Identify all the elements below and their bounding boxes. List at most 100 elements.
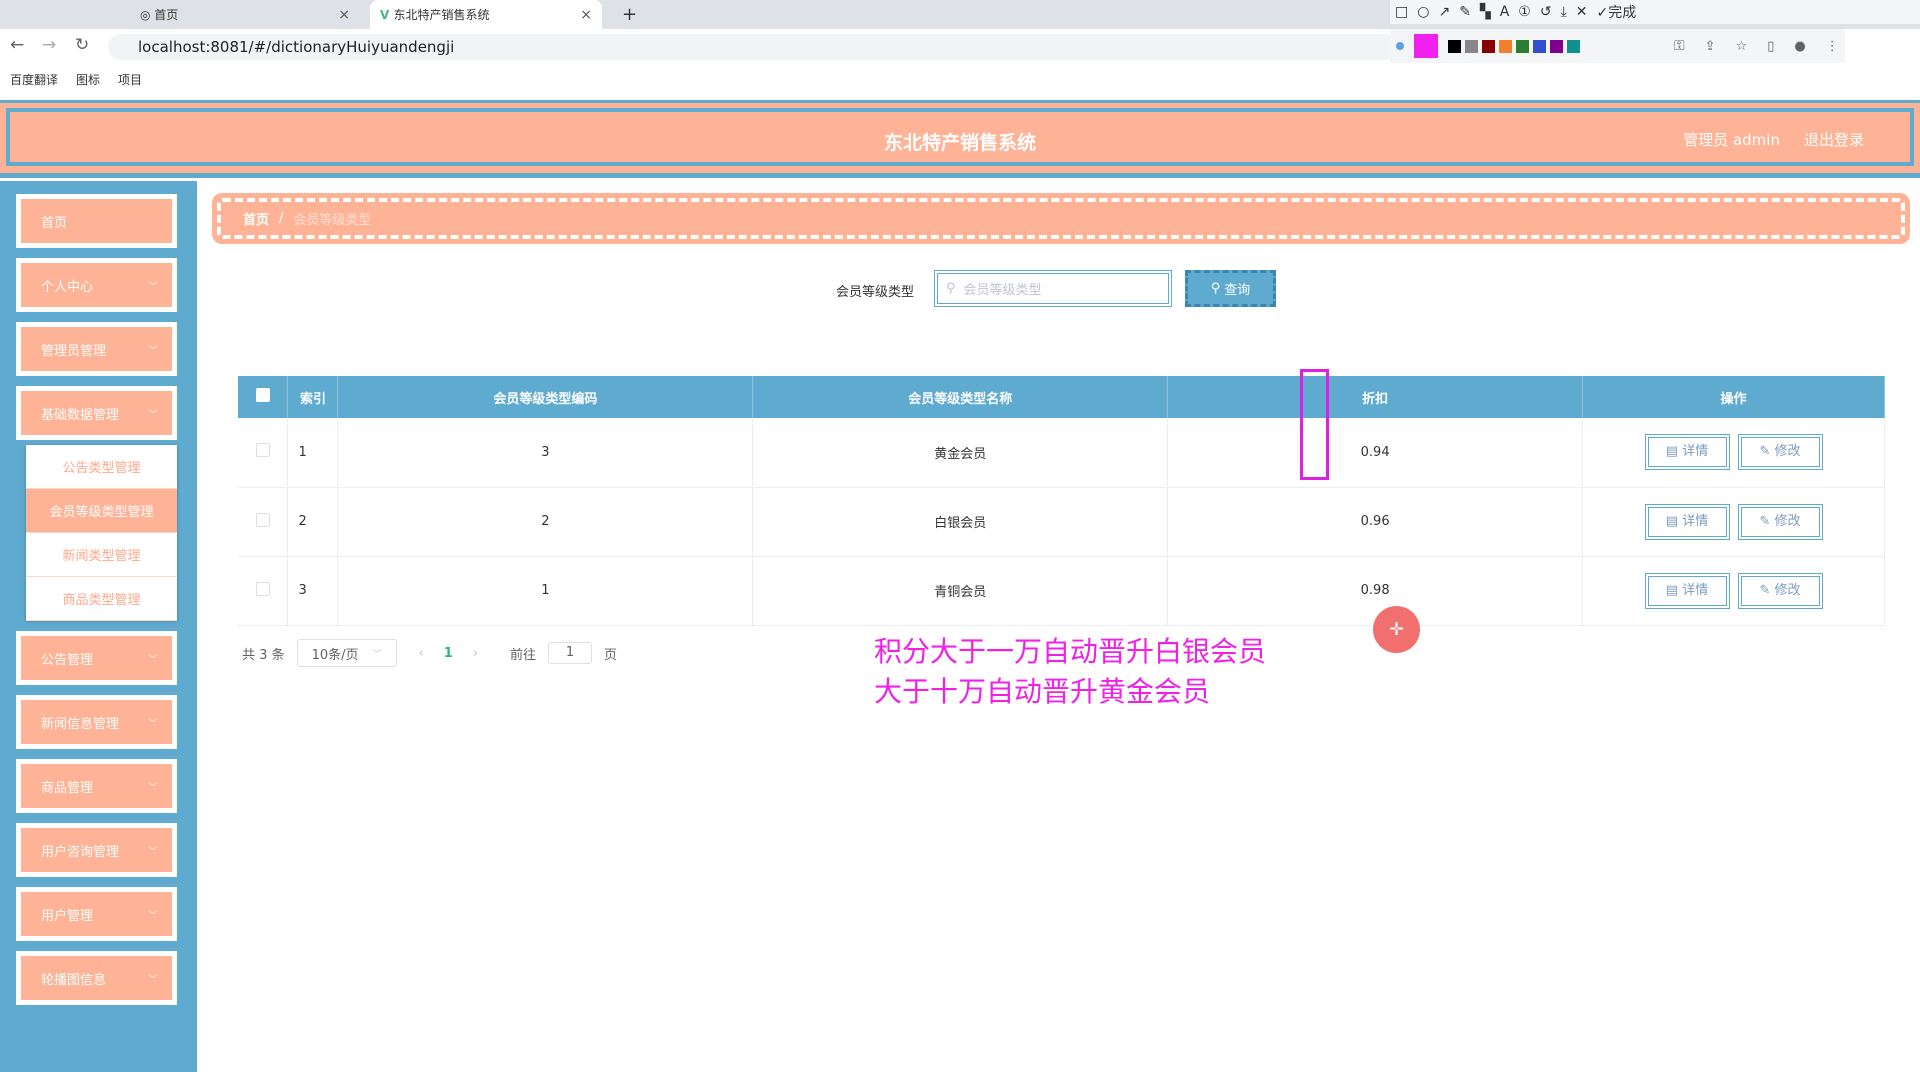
bookmark-icons[interactable]: 图标	[76, 71, 100, 88]
forward-icon[interactable]: →	[42, 35, 56, 55]
search-icon: ⚲	[946, 281, 956, 296]
globe-icon: ◎	[140, 7, 155, 22]
col-index: 索引	[287, 376, 339, 418]
reload-icon[interactable]: ↻	[75, 35, 89, 55]
arrow-tool-icon[interactable]: ↗	[1438, 4, 1450, 20]
rect-tool-icon[interactable]: □	[1395, 4, 1408, 20]
detail-button[interactable]: ▤ 详情	[1644, 434, 1730, 471]
number-tool-icon[interactable]: ①	[1518, 4, 1531, 20]
logout-link[interactable]: 退出登录	[1804, 129, 1864, 150]
color-swatch[interactable]	[1499, 39, 1512, 53]
detail-button[interactable]: ▤ 详情	[1644, 572, 1730, 609]
undo-icon[interactable]: ↺	[1540, 4, 1552, 20]
sidebar-item-notice[interactable]: 公告管理 ﹀	[16, 631, 177, 685]
col-code: 会员等级类型编码	[337, 376, 754, 418]
submenu-item-member-level[interactable]: 会员等级类型管理	[26, 489, 177, 533]
annotation-rectangle	[1300, 369, 1329, 480]
page-1[interactable]: 1	[444, 646, 453, 661]
sidebar-item-home[interactable]: 首页	[16, 194, 177, 248]
pen-tool-icon[interactable]: ✎	[1459, 4, 1471, 20]
circle-tool-icon[interactable]: ○	[1417, 4, 1429, 20]
close-icon[interactable]: ✕	[1576, 4, 1588, 20]
sidebar-item-users[interactable]: 用户管理 ﹀	[16, 887, 177, 941]
done-button[interactable]: ✓完成	[1597, 2, 1637, 22]
back-icon[interactable]: ←	[10, 35, 24, 55]
sidebar-item-carousel[interactable]: 轮播图信息 ﹀	[16, 951, 177, 1005]
star-icon[interactable]: ☆	[1736, 39, 1748, 54]
size-dot-icon[interactable]	[1396, 42, 1404, 50]
bookmark-baidu-translate[interactable]: 百度翻译	[10, 71, 58, 88]
pagination: 共 3 条 10条/页 ﹀ ‹ 1 › 前往 1 页	[242, 639, 617, 667]
row-checkbox[interactable]	[238, 556, 289, 626]
submenu-basic-data: 公告类型管理 会员等级类型管理 新闻类型管理 商品类型管理	[26, 445, 177, 621]
share-icon[interactable]: ⇪	[1705, 39, 1716, 54]
color-swatch[interactable]	[1516, 39, 1529, 53]
cell-name: 黄金会员	[752, 418, 1169, 488]
color-palette: ⚿ ⇪ ☆ ▯ ● ⋮	[1390, 29, 1845, 63]
breadcrumb-home[interactable]: 首页	[243, 209, 269, 228]
chevron-down-icon: ﹀	[148, 654, 158, 666]
tab-system[interactable]: V 东北特产销售系统 ×	[370, 0, 602, 29]
color-swatch[interactable]	[1550, 39, 1563, 53]
sidebar-item-admin[interactable]: 管理员管理 ﹀	[16, 322, 177, 376]
submenu-item-goods-type[interactable]: 商品类型管理	[26, 577, 177, 621]
cell-actions: ▤ 详情 ✎ 修改	[1582, 487, 1885, 557]
select-all-checkbox[interactable]	[238, 376, 289, 418]
sidebar-item-consult[interactable]: 用户咨询管理 ﹀	[16, 823, 177, 877]
page-size-select[interactable]: 10条/页 ﹀	[296, 639, 397, 667]
chevron-down-icon: ﹀	[148, 974, 158, 986]
document-icon: ▤	[1665, 513, 1683, 529]
menu-icon[interactable]: ⋮	[1826, 39, 1839, 54]
tab-home[interactable]: ◎ 首页 ×	[130, 0, 360, 29]
edit-button[interactable]: ✎ 修改	[1737, 434, 1823, 471]
edit-button[interactable]: ✎ 修改	[1737, 572, 1823, 609]
close-tab-icon[interactable]: ×	[338, 7, 350, 23]
row-checkbox[interactable]	[238, 418, 289, 488]
search-button[interactable]: ⚲ 查询	[1185, 270, 1276, 307]
next-page-icon[interactable]: ›	[473, 646, 478, 661]
sidepanel-icon[interactable]: ▯	[1767, 39, 1774, 54]
url-input[interactable]: localhost:8081/#/dictionaryHuiyuandengji	[108, 34, 1398, 60]
chevron-down-icon: ﹀	[148, 910, 158, 922]
sidebar-item-news[interactable]: 新闻信息管理 ﹀	[16, 695, 177, 749]
chevron-down-icon: ﹀	[148, 281, 158, 293]
color-swatch[interactable]	[1465, 39, 1478, 53]
cell-name: 青铜会员	[752, 556, 1169, 626]
mosaic-tool-icon[interactable]: ▚	[1480, 4, 1491, 20]
detail-button[interactable]: ▤ 详情	[1644, 503, 1730, 540]
close-tab-icon[interactable]: ×	[580, 7, 592, 23]
color-swatch[interactable]	[1482, 39, 1495, 53]
sidebar-item-personal[interactable]: 个人中心 ﹀	[16, 258, 177, 312]
cell-index: 2	[287, 487, 339, 557]
chevron-down-icon: ﹀	[148, 718, 158, 730]
submenu-item-news-type[interactable]: 新闻类型管理	[26, 533, 177, 577]
profile-icon[interactable]: ●	[1794, 39, 1805, 54]
cell-discount: 0.98	[1167, 556, 1584, 626]
color-swatch[interactable]	[1533, 39, 1546, 53]
bookmark-project[interactable]: 项目	[118, 71, 142, 88]
color-swatch[interactable]	[1448, 39, 1461, 53]
current-color-swatch[interactable]	[1414, 34, 1438, 58]
edit-button[interactable]: ✎ 修改	[1737, 503, 1823, 540]
key-icon[interactable]: ⚿	[1674, 38, 1685, 54]
member-level-table: 索引 会员等级类型编码 会员等级类型名称 折扣 操作 1 3 黄金会员 0.94…	[238, 376, 1885, 626]
search-input[interactable]: ⚲ 会员等级类型	[934, 270, 1172, 307]
cell-index: 1	[287, 418, 339, 488]
user-info: 管理员 admin 退出登录	[1683, 129, 1864, 150]
table-header-row: 索引 会员等级类型编码 会员等级类型名称 折扣 操作	[238, 376, 1885, 418]
sidebar-item-basic-data[interactable]: 基础数据管理 ﹀	[16, 386, 177, 440]
submenu-item-notice-type[interactable]: 公告类型管理	[26, 445, 177, 489]
text-tool-icon[interactable]: A	[1500, 4, 1510, 20]
row-checkbox[interactable]	[238, 487, 289, 557]
cell-discount: 0.96	[1167, 487, 1584, 557]
download-icon[interactable]: ⤓	[1561, 4, 1567, 20]
new-tab-button[interactable]: +	[612, 0, 637, 29]
sidebar-item-goods[interactable]: 商品管理 ﹀	[16, 759, 177, 813]
goto-page-input[interactable]: 1	[548, 642, 593, 664]
breadcrumb: 首页 / 会员等级类型	[212, 193, 1910, 244]
table-row: 2 2 白银会员 0.96 ▤ 详情 ✎ 修改	[238, 487, 1885, 557]
document-icon: ▤	[1665, 582, 1683, 598]
prev-page-icon[interactable]: ‹	[419, 646, 424, 661]
chevron-down-icon: ﹀	[148, 782, 158, 794]
color-swatch[interactable]	[1567, 39, 1580, 53]
